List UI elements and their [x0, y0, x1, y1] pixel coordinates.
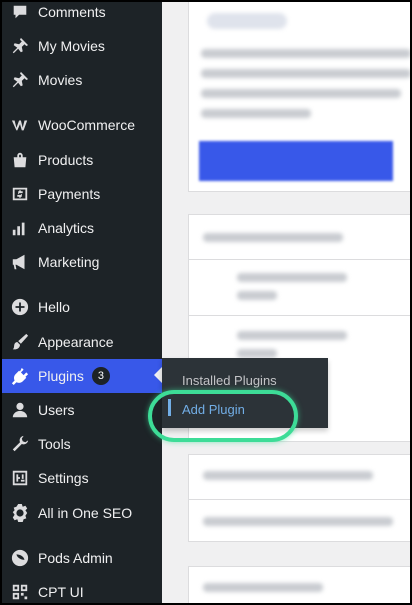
main-content-blurred	[162, 2, 410, 603]
sidebar-item-label: Appearance	[38, 334, 114, 350]
sidebar-item-label: All in One SEO	[38, 505, 133, 521]
analytics-icon	[10, 218, 30, 238]
sidebar-item-comments[interactable]: Comments	[2, 2, 162, 29]
blurred-card-1	[188, 2, 410, 192]
sidebar-item-marketing[interactable]: Marketing	[2, 245, 162, 279]
sidebar-item-label: Pods Admin	[38, 550, 113, 566]
pods-icon	[10, 548, 30, 568]
admin-screen: Comments My Movies Movies WooCommerce Pr…	[2, 2, 410, 603]
sidebar-item-label: Settings	[38, 470, 89, 486]
sidebar-item-payments[interactable]: Payments	[2, 177, 162, 211]
plug-icon	[10, 366, 30, 386]
sidebar-item-plugins[interactable]: Plugins 3	[2, 359, 162, 393]
blurred-primary-button	[199, 141, 393, 181]
pin-icon	[10, 70, 30, 90]
blurred-card-3	[188, 454, 410, 542]
sidebar-item-label: Analytics	[38, 220, 95, 236]
sidebar-item-label: Payments	[38, 186, 101, 202]
sidebar-item-movies[interactable]: Movies	[2, 63, 162, 97]
settings-icon	[10, 468, 30, 488]
payments-icon	[10, 184, 30, 204]
sidebar-item-cpt-ui[interactable]: CPT UI	[2, 575, 162, 603]
plus-circle-icon	[10, 297, 30, 317]
brush-icon	[10, 332, 30, 352]
sidebar-item-label: Products	[38, 152, 94, 168]
aioseo-icon	[10, 503, 30, 523]
sidebar-item-label: CPT UI	[38, 584, 84, 600]
sidebar-item-label: WooCommerce	[38, 117, 135, 133]
sidebar-item-products[interactable]: Products	[2, 143, 162, 177]
user-icon	[10, 400, 30, 420]
sidebar-item-tools[interactable]: Tools	[2, 427, 162, 461]
sidebar-item-label: Tools	[38, 436, 71, 452]
sidebar-item-appearance[interactable]: Appearance	[2, 325, 162, 359]
sidebar-item-label: Hello	[38, 299, 70, 315]
update-count-badge: 3	[91, 367, 110, 385]
sidebar-item-label: My Movies	[38, 38, 105, 54]
sidebar-item-hello[interactable]: Hello	[2, 290, 162, 324]
sidebar-item-all-in-one-seo[interactable]: All in One SEO	[2, 496, 162, 530]
comment-icon	[10, 2, 30, 22]
wrench-icon	[10, 434, 30, 454]
cptui-icon	[10, 582, 30, 602]
sidebar-item-my-movies[interactable]: My Movies	[2, 29, 162, 63]
megaphone-icon	[10, 252, 30, 272]
highlight-annotation-ring	[148, 390, 298, 442]
sidebar-item-label: Users	[38, 402, 75, 418]
sidebar-item-label: Comments	[38, 4, 106, 20]
sidebar-item-label: Plugins	[38, 368, 84, 384]
submenu-installed-plugins[interactable]: Installed Plugins	[182, 373, 277, 388]
sidebar-item-analytics[interactable]: Analytics	[2, 211, 162, 245]
blurred-card-4	[188, 566, 410, 603]
sidebar-item-users[interactable]: Users	[2, 393, 162, 427]
admin-sidebar: Comments My Movies Movies WooCommerce Pr…	[2, 2, 163, 603]
sidebar-item-settings[interactable]: Settings	[2, 461, 162, 495]
woocommerce-icon	[10, 115, 30, 135]
products-icon	[10, 150, 30, 170]
sidebar-item-woocommerce[interactable]: WooCommerce	[2, 108, 162, 142]
sidebar-item-pods-admin[interactable]: Pods Admin	[2, 541, 162, 575]
sidebar-item-label: Movies	[38, 72, 83, 88]
sidebar-item-label: Marketing	[38, 254, 100, 270]
pin-icon	[10, 36, 30, 56]
